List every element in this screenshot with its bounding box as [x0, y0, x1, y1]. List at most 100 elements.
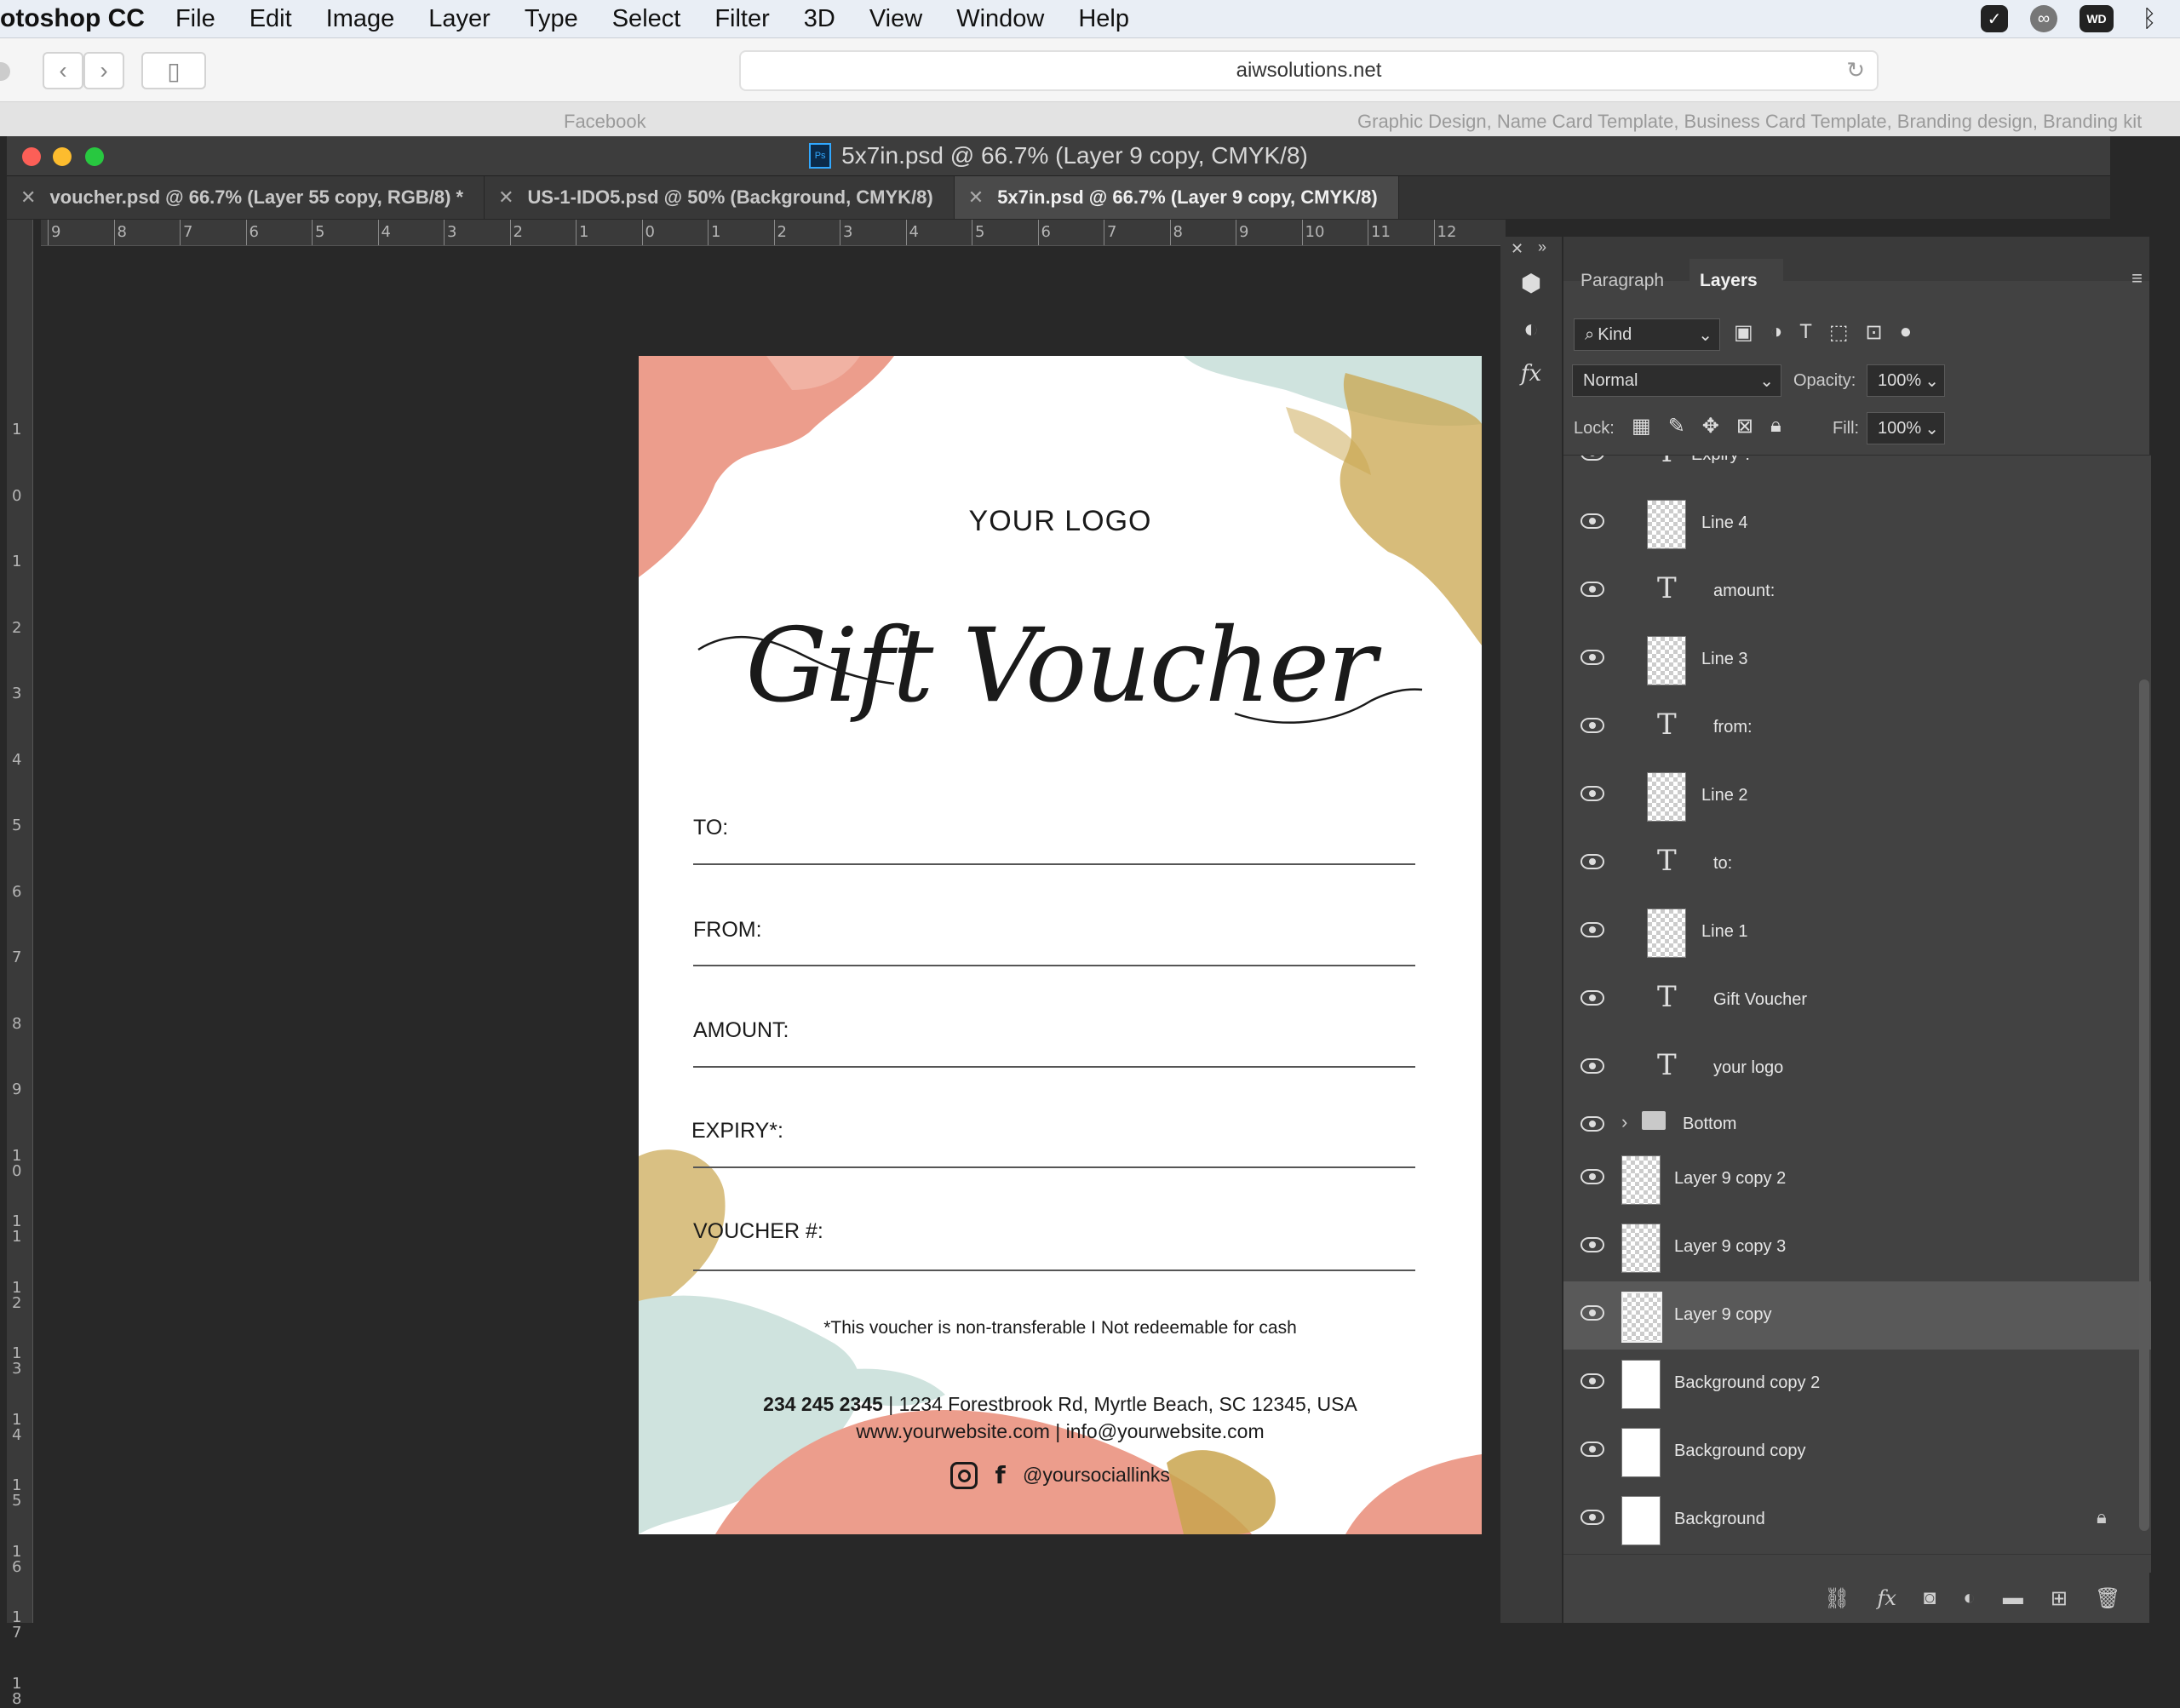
eye-icon[interactable] — [1580, 1237, 1604, 1252]
traffic-light-icon[interactable] — [0, 62, 10, 81]
smart-object-filter-icon[interactable]: ⊡ — [1866, 320, 1883, 345]
gift-voucher-canvas[interactable]: YOUR LOGO Gift Voucher TO: FROM: AMOUNT:… — [639, 356, 1482, 1534]
menu-file[interactable]: File — [175, 5, 215, 33]
panel-menu-icon[interactable]: ≡ — [2131, 267, 2143, 289]
eye-icon[interactable] — [1580, 513, 1604, 529]
reload-icon[interactable]: ↻ — [1846, 57, 1865, 83]
expand-panel-icon[interactable]: » — [1538, 238, 1546, 256]
layer-row-line-4[interactable]: Line 4 — [1563, 490, 2151, 559]
menu-help[interactable]: Help — [1078, 5, 1129, 33]
vertical-ruler[interactable]: 101234567891 01 11 21 31 41 51 61 71 8 — [7, 220, 33, 1706]
chevron-right-icon[interactable]: › — [1621, 1111, 1627, 1133]
eye-icon[interactable] — [1580, 1510, 1604, 1525]
zoom-window-icon[interactable] — [85, 147, 104, 166]
fill-input[interactable]: 100% ⌄ — [1867, 412, 1945, 444]
menu-window[interactable]: Window — [956, 5, 1044, 33]
minimize-window-icon[interactable] — [53, 147, 72, 166]
adjustment-filter-icon[interactable]: ◑ — [1770, 320, 1783, 345]
doc-tab-us1[interactable]: ✕ US-1-IDO5.psd @ 50% (Background, CMYK/8… — [485, 176, 955, 219]
menu-layer[interactable]: Layer — [428, 5, 490, 33]
lock-transparency-icon[interactable]: ▦ — [1632, 414, 1651, 438]
lock-all-icon[interactable]: 🔒︎ — [1770, 414, 1781, 438]
menu-3d[interactable]: 3D — [804, 5, 835, 33]
app-name[interactable]: otoshop CC — [0, 4, 145, 33]
check-icon[interactable]: ✓ — [1981, 5, 2008, 32]
layer-row-your-logo[interactable]: T your logo — [1563, 1035, 2151, 1103]
lock-position-icon[interactable]: ✥ — [1702, 414, 1719, 438]
back-button[interactable]: ‹ — [43, 52, 83, 89]
menu-edit[interactable]: Edit — [250, 5, 292, 33]
layer-row-to[interactable]: T to: — [1563, 830, 2151, 899]
blend-mode-select[interactable]: Normal ⌄ — [1572, 364, 1781, 397]
link-layers-icon[interactable]: ⛓ — [1824, 1586, 1850, 1611]
layer-row-layer-9-copy-3[interactable]: Layer 9 copy 3 — [1563, 1213, 2151, 1282]
close-window-icon[interactable] — [22, 147, 41, 166]
add-mask-icon[interactable]: ◙ — [1924, 1586, 1936, 1611]
layer-row-background[interactable]: Background 🔒︎ — [1563, 1486, 2151, 1555]
sidebar-toggle-button[interactable]: ▯ — [141, 52, 206, 89]
layer-row-line-3[interactable]: Line 3 — [1563, 626, 2151, 695]
layer-row-bottom-group[interactable]: › Bottom — [1563, 1103, 2151, 1146]
menu-image[interactable]: Image — [326, 5, 395, 33]
close-panel-icon[interactable]: ✕ — [1511, 240, 1523, 258]
type-filter-icon[interactable]: T — [1799, 320, 1812, 345]
layer-row-from[interactable]: T from: — [1563, 694, 2151, 763]
layer-row-background-copy[interactable]: Background copy — [1563, 1418, 2151, 1487]
eye-icon[interactable] — [1580, 1441, 1604, 1457]
wd-icon[interactable]: WD — [2080, 5, 2114, 32]
eye-icon[interactable] — [1580, 1116, 1604, 1132]
libraries-icon[interactable]: ⬢ — [1512, 269, 1550, 307]
browser-tab-facebook[interactable]: Facebook — [564, 111, 646, 133]
eye-icon[interactable] — [1580, 854, 1604, 869]
creative-cloud-icon[interactable]: ∞ — [2030, 5, 2057, 32]
layer-row-amount[interactable]: T amount: — [1563, 558, 2151, 627]
close-tab-icon[interactable]: ✕ — [20, 186, 36, 209]
delete-layer-icon[interactable]: 🗑︎ — [2095, 1586, 2120, 1611]
eye-icon[interactable] — [1580, 1373, 1604, 1389]
filter-toggle-icon[interactable]: ● — [1900, 320, 1913, 345]
layer-row-expiry[interactable]: T Expiry*: — [1563, 456, 2151, 490]
eye-icon[interactable] — [1580, 582, 1604, 597]
new-adjustment-layer-icon[interactable]: ◐ — [1963, 1586, 1976, 1611]
menu-select[interactable]: Select — [612, 5, 681, 33]
eye-icon[interactable] — [1580, 990, 1604, 1006]
eye-icon[interactable] — [1580, 786, 1604, 801]
adjustments-icon[interactable]: ◐ — [1512, 315, 1550, 352]
styles-fx-icon[interactable]: fx — [1512, 361, 1550, 398]
layer-row-line-2[interactable]: Line 2 — [1563, 762, 2151, 831]
layers-list[interactable]: T Expiry*: Line 4 T amount: Line 3 T fro… — [1563, 455, 2151, 1573]
pixel-filter-icon[interactable]: ▣ — [1734, 320, 1753, 345]
eye-icon[interactable] — [1580, 456, 1604, 461]
opacity-input[interactable]: 100% ⌄ — [1867, 364, 1945, 397]
eye-icon[interactable] — [1580, 718, 1604, 733]
browser-tab-graphic-design[interactable]: Graphic Design, Name Card Template, Busi… — [1357, 111, 2142, 133]
layer-style-fx-icon[interactable]: fx — [1877, 1586, 1896, 1611]
menu-view[interactable]: View — [869, 5, 922, 33]
horizontal-ruler[interactable]: 9 8 7 6 5 4 3 2 1 0 1 2 3 4 5 6 7 8 9 10 11 12 — [41, 220, 1506, 246]
filter-kind-select[interactable]: ⌕ Kind ⌄ — [1574, 318, 1720, 351]
layer-row-layer-9-copy-2[interactable]: Layer 9 copy 2 — [1563, 1145, 2151, 1214]
forward-button[interactable]: › — [83, 52, 124, 89]
close-tab-icon[interactable]: ✕ — [498, 186, 513, 209]
tab-layers[interactable]: Layers — [1700, 271, 1758, 291]
layers-scrollbar[interactable] — [2139, 679, 2149, 1531]
eye-icon[interactable] — [1580, 1305, 1604, 1321]
lock-artboard-icon[interactable]: ⊠ — [1736, 414, 1753, 438]
eye-icon[interactable] — [1580, 1169, 1604, 1184]
menu-type[interactable]: Type — [525, 5, 578, 33]
layer-row-layer-9-copy[interactable]: Layer 9 copy — [1563, 1281, 2151, 1350]
lock-pixels-icon[interactable]: ✎ — [1668, 414, 1685, 438]
menu-filter[interactable]: Filter — [714, 5, 769, 33]
new-layer-icon[interactable]: ⊞ — [2051, 1586, 2068, 1611]
close-tab-icon[interactable]: ✕ — [968, 186, 984, 209]
tab-paragraph[interactable]: Paragraph — [1580, 271, 1664, 291]
address-bar[interactable]: aiwsolutions.net ↻ — [739, 50, 1879, 91]
eye-icon[interactable] — [1580, 1058, 1604, 1074]
layer-row-background-copy-2[interactable]: Background copy 2 — [1563, 1350, 2151, 1419]
new-group-icon[interactable]: ▬ — [2003, 1586, 2023, 1611]
bluetooth-icon[interactable]: ᛒ — [2136, 5, 2163, 32]
shape-filter-icon[interactable]: ⬚ — [1829, 320, 1849, 345]
doc-tab-voucher[interactable]: ✕ voucher.psd @ 66.7% (Layer 55 copy, RGB… — [7, 176, 485, 219]
eye-icon[interactable] — [1580, 922, 1604, 937]
layer-row-line-1[interactable]: Line 1 — [1563, 898, 2151, 967]
